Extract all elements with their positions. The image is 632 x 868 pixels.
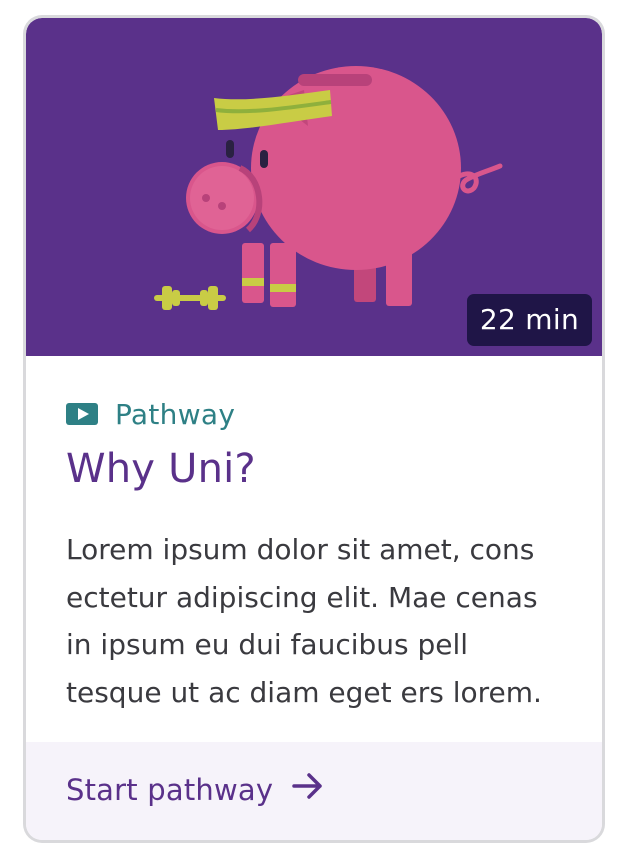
card-hero-image: 22 min bbox=[26, 18, 602, 356]
card-title: Why Uni? bbox=[66, 446, 256, 492]
start-pathway-button[interactable]: Start pathway bbox=[66, 772, 325, 807]
card-footer: Start pathway bbox=[26, 742, 602, 840]
pathway-card[interactable]: 22 min Pathway Why Uni? Lorem ipsum dolo… bbox=[26, 18, 602, 840]
content-type: Pathway bbox=[66, 396, 235, 432]
arrow-right-icon bbox=[291, 772, 325, 807]
dumbbell-icon bbox=[154, 286, 226, 310]
play-icon bbox=[66, 403, 98, 425]
card-description: Lorem ipsum dolor sit amet, cons ectetur… bbox=[66, 533, 542, 709]
duration-badge: 22 min bbox=[466, 294, 592, 346]
content-type-label: Pathway bbox=[115, 397, 236, 431]
start-pathway-label: Start pathway bbox=[66, 772, 274, 807]
card-body: Pathway Why Uni? Lorem ipsum dolor sit a… bbox=[26, 356, 602, 742]
